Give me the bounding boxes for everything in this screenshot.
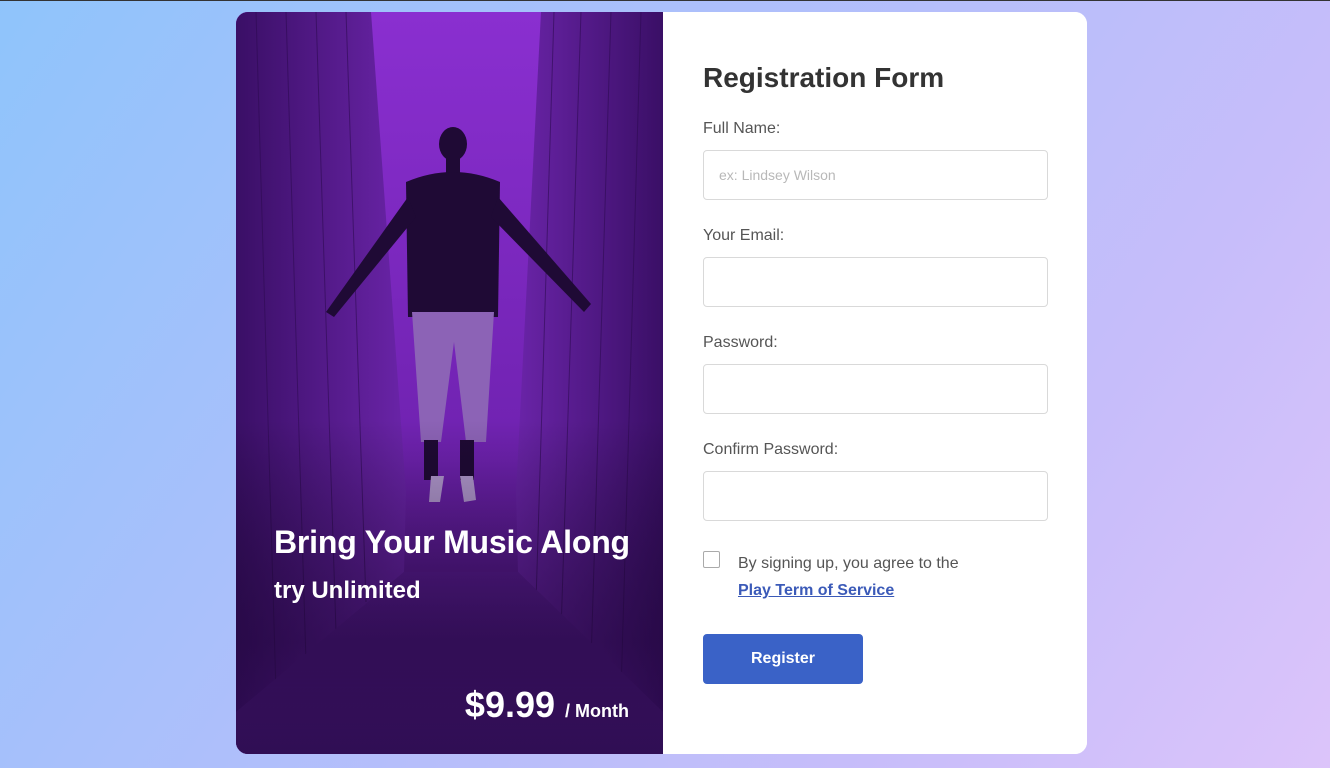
registration-card: Bring Your Music Along try Unlimited $9.…: [236, 12, 1087, 754]
email-label: Your Email:: [703, 227, 785, 244]
promo-headline: Bring Your Music Along: [274, 524, 630, 560]
promo-panel: Bring Your Music Along try Unlimited $9.…: [236, 12, 663, 754]
full-name-label: Full Name:: [703, 120, 781, 137]
password-label: Password:: [703, 334, 778, 351]
price-tag: $9.99 / Month: [465, 684, 629, 726]
promo-subline: try Unlimited: [274, 577, 421, 604]
price-amount: $9.99: [464, 684, 556, 725]
password-input[interactable]: [703, 364, 1048, 414]
register-button[interactable]: Register: [703, 634, 863, 684]
terms-checkbox[interactable]: [703, 551, 720, 568]
price-period: / Month: [565, 701, 629, 721]
full-name-input[interactable]: [703, 150, 1048, 200]
form-title: Registration Form: [703, 62, 945, 93]
confirm-password-label: Confirm Password:: [703, 441, 839, 458]
promo-background-image: [236, 12, 663, 754]
registration-form: Registration Form Full Name: Your Email:…: [663, 12, 1087, 754]
window-top-border: [0, 0, 1330, 1]
confirm-password-input[interactable]: [703, 471, 1048, 521]
terms-text: By signing up, you agree to the: [738, 555, 959, 572]
email-input[interactable]: [703, 257, 1048, 307]
terms-of-service-link[interactable]: Play Term of Service: [738, 582, 894, 599]
terms-text-block: By signing up, you agree to the Play Ter…: [738, 550, 959, 604]
